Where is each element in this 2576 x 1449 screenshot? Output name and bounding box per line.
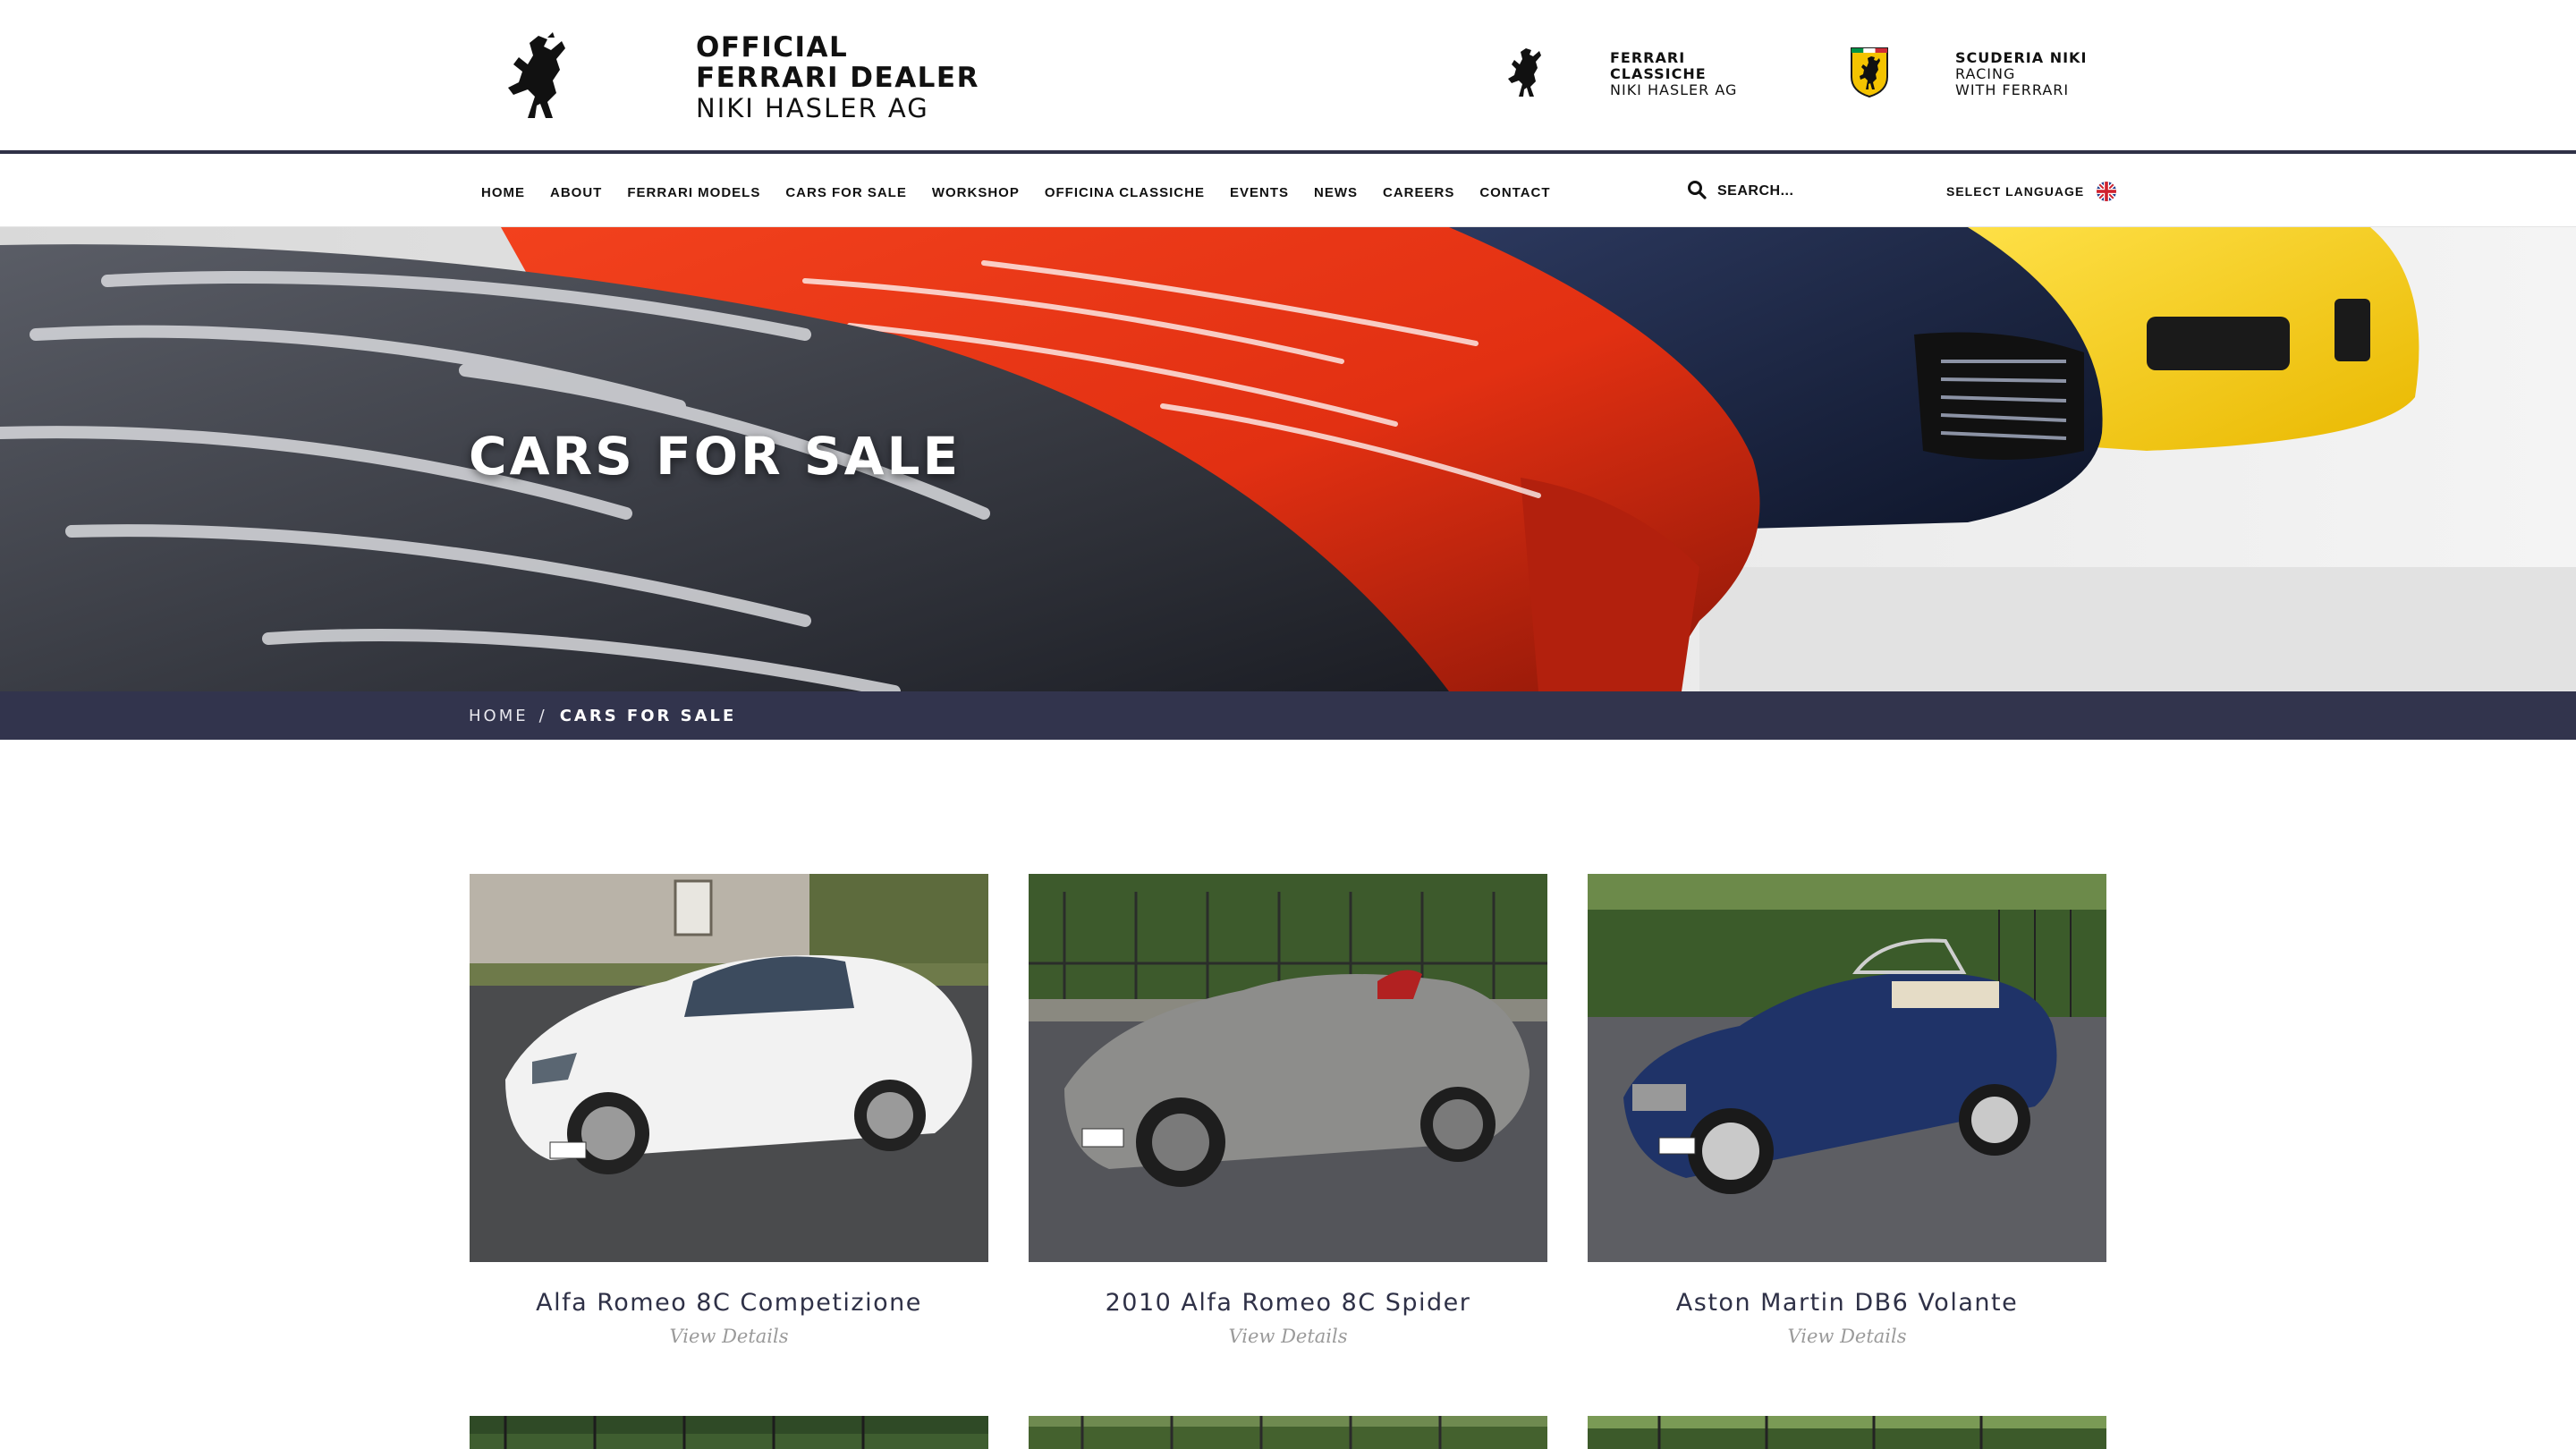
nav-item-officina-classiche[interactable]: OFFICINA CLASSICHE: [1045, 185, 1205, 200]
uk-flag-icon: [2097, 182, 2117, 201]
prancing-horse-icon[interactable]: [501, 30, 574, 123]
breadcrumb-current: CARS FOR SALE: [559, 706, 737, 725]
breadcrumb-trail: HOME / CARS FOR SALE: [469, 691, 736, 740]
breadcrumb: HOME / CARS FOR SALE: [0, 691, 2576, 740]
language-label: SELECT LANGUAGE: [1946, 184, 2085, 199]
breadcrumb-separator: /: [538, 706, 547, 725]
partner-name: FERRARI: [1610, 49, 1686, 66]
main-nav: HOME ABOUT FERRARI MODELS CARS FOR SALE …: [0, 157, 2576, 227]
nav-item-events[interactable]: EVENTS: [1230, 185, 1289, 200]
listing-card: Aston Martin DB6 Volante View Details: [1588, 874, 2106, 1347]
listing-image-partial[interactable]: [1588, 1416, 2106, 1449]
view-details-link[interactable]: View Details: [1029, 1326, 1547, 1347]
listing-title[interactable]: 2010 Alfa Romeo 8C Spider: [1029, 1289, 1547, 1317]
nav-item-home[interactable]: HOME: [481, 185, 525, 200]
nav-menu: HOME ABOUT FERRARI MODELS CARS FOR SALE …: [481, 157, 1576, 227]
partner-scuderia-text: SCUDERIA NIKI RACING WITH FERRARI: [1955, 50, 2134, 98]
search-input[interactable]: [1717, 178, 1896, 205]
search-icon[interactable]: [1687, 180, 1707, 204]
view-details-link[interactable]: View Details: [470, 1326, 988, 1347]
partner-subname: RACING: [1955, 65, 2016, 82]
nav-item-news[interactable]: NEWS: [1314, 185, 1358, 200]
listing-image-partial[interactable]: [1029, 1416, 1547, 1449]
language-selector[interactable]: SELECT LANGUAGE: [1946, 179, 2117, 204]
listing-image[interactable]: [1029, 874, 1547, 1262]
nav-item-ferrari-models[interactable]: FERRARI MODELS: [627, 185, 760, 200]
nav-item-careers[interactable]: CAREERS: [1383, 185, 1454, 200]
listing-image-partial[interactable]: [470, 1416, 988, 1449]
listing-image[interactable]: [470, 874, 988, 1262]
nav-item-contact[interactable]: CONTACT: [1479, 185, 1550, 200]
breadcrumb-home[interactable]: HOME: [469, 707, 529, 725]
view-details-link[interactable]: View Details: [1588, 1326, 2106, 1347]
brand-title-line3: NIKI HASLER AG: [696, 93, 929, 123]
page-title: CARS FOR SALE: [469, 426, 962, 487]
brand-title[interactable]: OFFICIAL FERRARI DEALER NIKI HASLER AG: [696, 32, 979, 123]
partner-name: SCUDERIA NIKI: [1955, 49, 2088, 66]
partner-tagline: NIKI HASLER AG: [1610, 81, 1738, 98]
hero-banner: CARS FOR SALE: [0, 227, 2576, 691]
partner-tagline: WITH FERRARI: [1955, 81, 2070, 98]
hero-image: [0, 227, 2576, 691]
partner-ferrari-classiche-text: FERRARI CLASSICHE NIKI HASLER AG: [1610, 50, 1780, 98]
ferrari-shield-icon: [1850, 47, 1889, 98]
listing-image[interactable]: [1588, 874, 2106, 1262]
listing-card: 2010 Alfa Romeo 8C Spider View Details: [1029, 874, 1547, 1347]
listing-title[interactable]: Alfa Romeo 8C Competizione: [470, 1289, 988, 1317]
nav-item-cars-for-sale[interactable]: CARS FOR SALE: [785, 185, 907, 200]
site-header: OFFICIAL FERRARI DEALER NIKI HASLER AG F…: [0, 0, 2576, 154]
search-box: [1687, 177, 1896, 206]
brand-title-line1: OFFICIAL: [696, 31, 849, 64]
nav-item-workshop[interactable]: WORKSHOP: [932, 185, 1020, 200]
nav-item-about[interactable]: ABOUT: [550, 185, 602, 200]
partner-subname: CLASSICHE: [1610, 65, 1707, 82]
listing-card: Alfa Romeo 8C Competizione View Details: [470, 874, 988, 1347]
listing-title[interactable]: Aston Martin DB6 Volante: [1588, 1289, 2106, 1317]
brand-title-line2: FERRARI DEALER: [696, 62, 979, 94]
prancing-horse-icon: [1504, 45, 1546, 100]
